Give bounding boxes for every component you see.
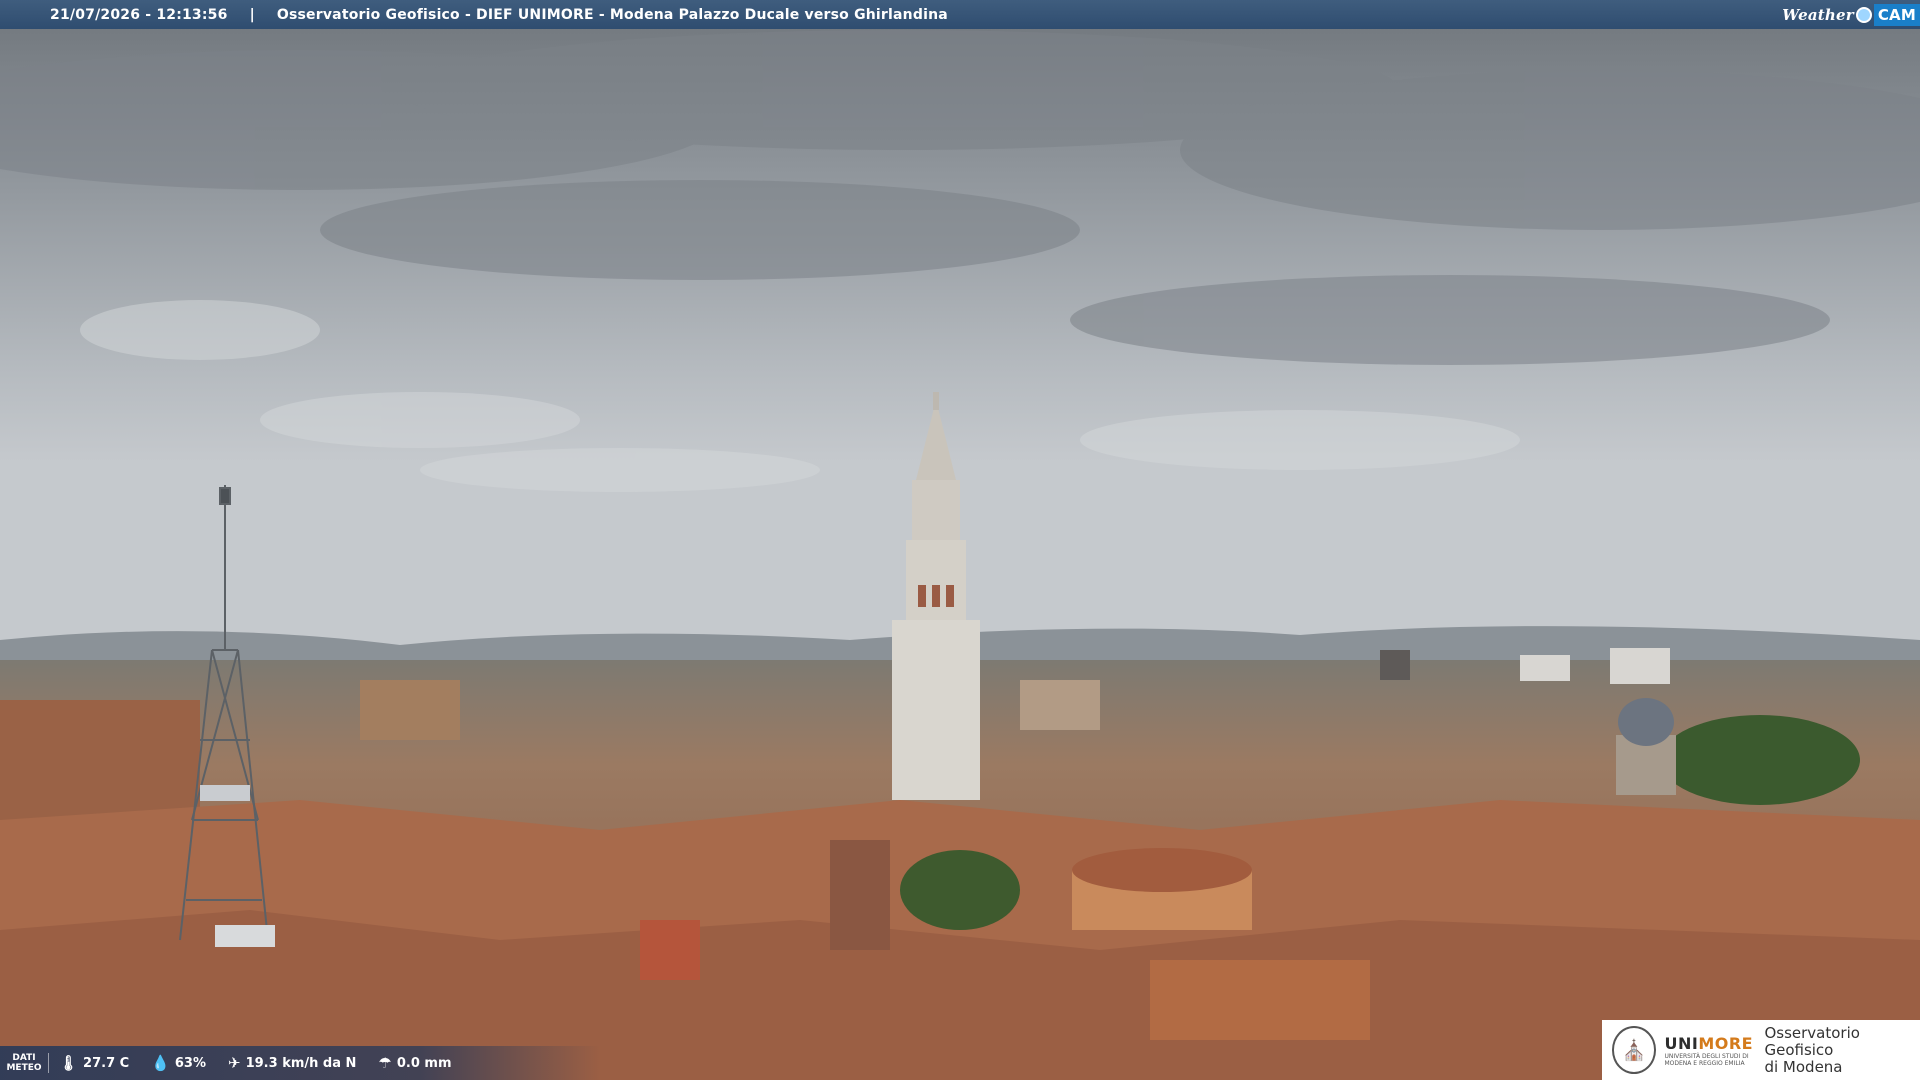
unimore-name-uni: UNI bbox=[1664, 1033, 1699, 1053]
rain-readout: ☂ 0.0 mm bbox=[378, 1054, 451, 1072]
humidity-value: 63% bbox=[174, 1055, 207, 1071]
rain-value: 0.0 mm bbox=[396, 1055, 452, 1071]
dome bbox=[1616, 698, 1676, 795]
temperature-value: 27.7 C bbox=[83, 1055, 130, 1071]
unimore-subtitle: UNIVERSITÀ DEGLI STUDI DI MODENA E REGGI… bbox=[1664, 1052, 1749, 1067]
humidity-readout: 💧 63% bbox=[151, 1054, 206, 1072]
webcam-photo bbox=[0, 0, 1920, 1080]
rain-icon: ☂ bbox=[378, 1054, 392, 1072]
thermometer-icon: 🌡 bbox=[59, 1054, 79, 1072]
wind-icon: ✈ bbox=[228, 1054, 241, 1072]
timestamp: 21/07/2026 - 12:13:56 bbox=[50, 6, 228, 23]
title-bar: 21/07/2026 - 12:13:56 | Osservatorio Geo… bbox=[0, 0, 1920, 29]
humidity-drop-icon: 💧 bbox=[151, 1054, 170, 1072]
wind-value: 19.3 km/h da N bbox=[245, 1055, 357, 1071]
university-seal-icon: ⛪ bbox=[1612, 1026, 1657, 1074]
meteo-data-bar: DATI METEO 🌡 27.7 C 💧 63% ✈ 19.3 km/h da… bbox=[0, 1046, 600, 1080]
weathercam-logo: Weather CAM bbox=[1782, 0, 1920, 29]
camera-location: Osservatorio Geofisico - DIEF UNIMORE - … bbox=[276, 6, 948, 23]
title-separator: | bbox=[249, 6, 255, 23]
observatory-line-1: Osservatorio Geofisico bbox=[1764, 1023, 1860, 1059]
observatory-name: Osservatorio Geofisico di Modena bbox=[1764, 1023, 1920, 1076]
camera-lens-icon bbox=[1855, 6, 1872, 23]
weather-text: Weather bbox=[1782, 5, 1854, 24]
unimore-name: UNIMORE bbox=[1664, 1034, 1754, 1053]
wind-readout: ✈ 19.3 km/h da N bbox=[228, 1054, 356, 1072]
meteo-label: DATI METEO bbox=[0, 1053, 49, 1073]
observatory-line-2: di Modena bbox=[1764, 1057, 1843, 1076]
unimore-name-more: MORE bbox=[1698, 1033, 1754, 1053]
cam-text: CAM bbox=[1873, 3, 1920, 26]
unimore-wordmark: UNIMORE UNIVERSITÀ DEGLI STUDI DI MODENA… bbox=[1664, 1034, 1754, 1067]
unimore-logo-panel: ⛪ UNIMORE UNIVERSITÀ DEGLI STUDI DI MODE… bbox=[1602, 1020, 1920, 1080]
temperature-readout: 🌡 27.7 C bbox=[59, 1054, 129, 1072]
